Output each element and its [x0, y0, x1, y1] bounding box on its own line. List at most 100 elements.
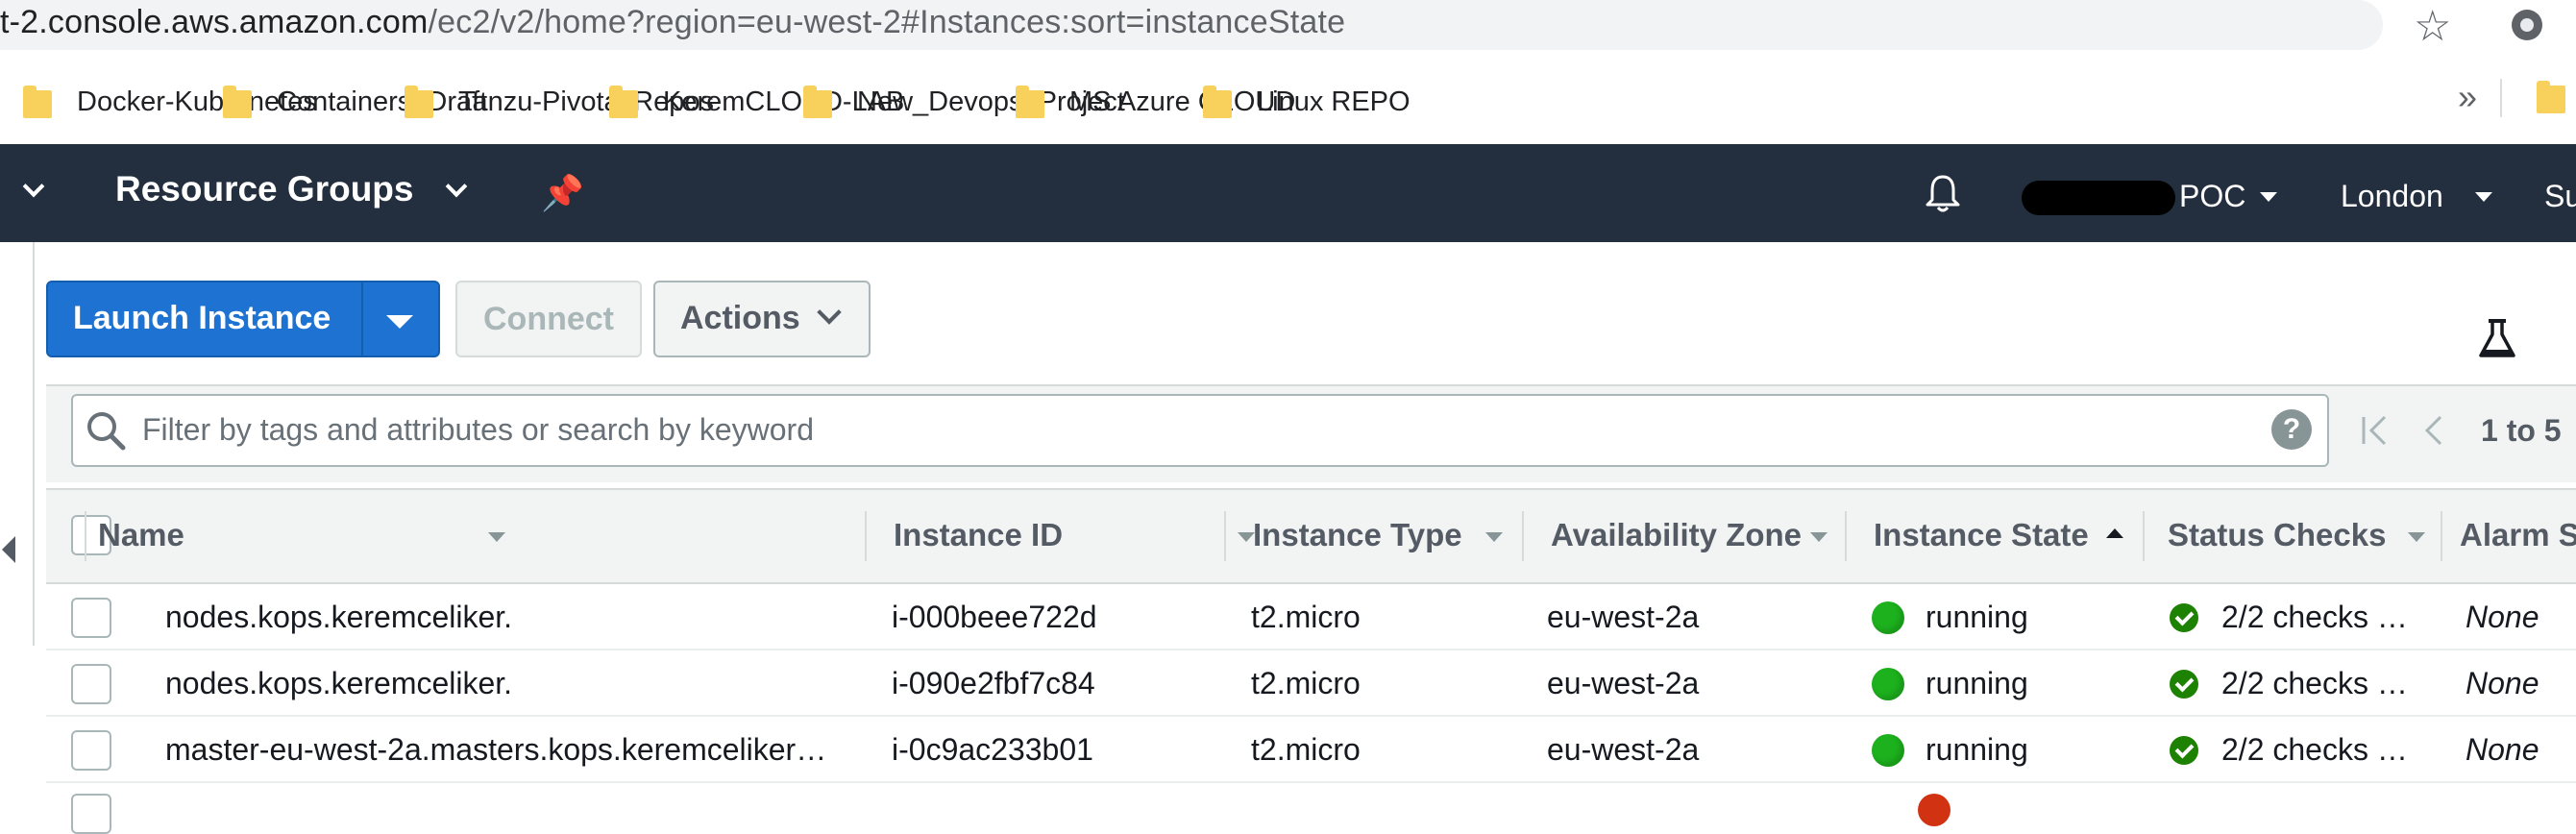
column-label: Alarm S	[2460, 517, 2576, 552]
column-label: Availability Zone	[1551, 517, 1803, 552]
folder-icon	[2537, 81, 2565, 113]
row-checkbox[interactable]	[71, 730, 111, 771]
left-sidebar-edge	[0, 242, 35, 646]
actions-button[interactable]: Actions	[653, 281, 871, 357]
aws-top-nav: Resource Groups 📌 POC London Su	[0, 144, 2576, 242]
instance-id: i-0c9ac233b01	[892, 732, 1093, 767]
folder-icon	[1016, 86, 1044, 118]
instance-id: i-000beee722d	[892, 600, 1097, 634]
sort-caret-icon	[1810, 532, 1828, 542]
stopped-status-icon	[1918, 794, 1950, 826]
column-header-alarm-status[interactable]: Alarm S	[2441, 490, 2576, 582]
table-row-partial	[46, 786, 2576, 834]
support-menu[interactable]: Su	[2544, 179, 2576, 214]
search-input[interactable]	[142, 405, 2256, 454]
folder-icon	[223, 86, 252, 118]
other-bookmarks-folder[interactable]	[2537, 81, 2576, 113]
launch-dropdown-caret-icon[interactable]	[386, 315, 413, 329]
status-checks: 2/2 checks …	[2221, 666, 2408, 700]
account-caret-icon	[2260, 192, 2277, 202]
help-icon[interactable]: ?	[2271, 409, 2312, 450]
url-text: t-2.console.aws.amazon.com/ec2/v2/home?r…	[0, 4, 1345, 41]
sidebar-toggle-icon[interactable]	[2, 536, 15, 563]
resource-groups-chevron-down-icon[interactable]	[446, 175, 469, 198]
instances-table-header: Name Instance ID Instance Type Availabil…	[46, 488, 2576, 584]
row-checkbox[interactable]	[71, 794, 111, 834]
instance-name: nodes.kops.keremceliker.	[165, 600, 513, 634]
account-menu[interactable]: POC	[2179, 179, 2245, 214]
bell-icon[interactable]	[1924, 173, 1962, 213]
table-row[interactable]: master-eu-west-2a.masters.kops.keremceli…	[46, 717, 2576, 783]
more-bookmarks-button[interactable]: »	[2458, 77, 2477, 117]
column-label: Status Checks	[2168, 517, 2387, 552]
instance-id: i-090e2fbf7c84	[892, 666, 1095, 700]
redacted-account-name	[2022, 181, 2175, 215]
bookmark-star-icon[interactable]: ☆	[2414, 2, 2451, 51]
sort-ascending-icon	[2106, 528, 2123, 538]
previous-page-icon[interactable]	[2421, 413, 2444, 448]
availability-zone: eu-west-2a	[1547, 666, 1700, 700]
column-label: Instance Type	[1253, 517, 1462, 552]
instance-name: nodes.kops.keremceliker.	[165, 666, 513, 700]
connect-button[interactable]: Connect	[455, 281, 642, 357]
browser-address-bar: t-2.console.aws.amazon.com/ec2/v2/home?r…	[0, 0, 2576, 50]
column-divider	[1224, 511, 1226, 561]
resource-groups-menu[interactable]: Resource Groups	[115, 169, 413, 209]
launch-instance-label: Launch Instance	[73, 300, 331, 336]
column-label: Name	[98, 517, 184, 552]
column-divider	[1522, 511, 1524, 561]
sort-caret-icon	[1485, 532, 1503, 542]
launch-instance-button[interactable]: Launch Instance	[46, 281, 440, 357]
services-chevron-down-icon[interactable]	[23, 175, 46, 198]
bookmark-linux-repo[interactable]: Linux REPO	[1203, 83, 1411, 121]
row-checkbox[interactable]	[71, 598, 111, 638]
folder-icon	[1203, 86, 1232, 118]
table-row[interactable]: nodes.kops.keremceliker. i-090e2fbf7c84 …	[46, 650, 2576, 717]
column-divider	[2143, 511, 2145, 561]
instance-state: running	[1926, 666, 2028, 700]
instance-type: t2.micro	[1251, 600, 1361, 634]
column-header-instance-id[interactable]: Instance ID	[865, 490, 1255, 582]
check-ok-icon	[2170, 670, 2198, 699]
button-divider	[361, 282, 363, 356]
url-field[interactable]: t-2.console.aws.amazon.com/ec2/v2/home?r…	[0, 0, 2383, 50]
bookmarks-divider	[2500, 79, 2502, 117]
status-checks: 2/2 checks …	[2221, 732, 2408, 767]
table-row[interactable]: nodes.kops.keremceliker. i-000beee722d t…	[46, 584, 2576, 650]
pin-icon[interactable]: 📌	[541, 173, 584, 213]
bookmark-label: Linux REPO	[1257, 86, 1411, 117]
folder-icon	[609, 86, 638, 118]
folder-icon	[803, 86, 832, 118]
column-header-instance-state[interactable]: Instance State	[1845, 490, 2143, 582]
availability-zone: eu-west-2a	[1547, 600, 1700, 634]
alarm-status: None	[2466, 732, 2539, 767]
instance-state: running	[1926, 732, 2028, 767]
folder-icon	[23, 86, 52, 118]
sort-caret-icon	[488, 532, 505, 542]
running-status-icon	[1872, 734, 1904, 767]
pagination-range: 1 to 5	[2481, 413, 2562, 448]
url-host: t-2.console.aws.amazon.com	[0, 4, 429, 40]
instance-type: t2.micro	[1251, 666, 1361, 700]
column-header-status-checks[interactable]: Status Checks	[2143, 490, 2441, 582]
search-icon	[87, 412, 126, 451]
running-status-icon	[1872, 668, 1904, 700]
availability-zone: eu-west-2a	[1547, 732, 1700, 767]
column-header-instance-type[interactable]: Instance Type	[1224, 490, 1522, 582]
running-status-icon	[1872, 601, 1904, 634]
instance-state: running	[1926, 600, 2028, 634]
instance-type: t2.micro	[1251, 732, 1361, 767]
profile-icon[interactable]	[2512, 10, 2542, 40]
row-checkbox[interactable]	[71, 664, 111, 704]
first-page-icon[interactable]	[2360, 413, 2392, 448]
column-divider	[85, 511, 86, 561]
bookmarks-bar: Docker-Kubernetes Containers_Draft Tanzu…	[0, 65, 2576, 138]
region-caret-icon	[2475, 192, 2492, 202]
column-header-availability-zone[interactable]: Availability Zone	[1522, 490, 1845, 582]
actions-label: Actions	[680, 300, 800, 336]
instance-name: master-eu-west-2a.masters.kops.keremceli…	[165, 732, 827, 767]
region-menu[interactable]: London	[2341, 179, 2443, 214]
column-header-name[interactable]: Name	[85, 490, 527, 582]
flask-icon[interactable]	[2477, 317, 2517, 361]
column-divider	[865, 511, 867, 561]
